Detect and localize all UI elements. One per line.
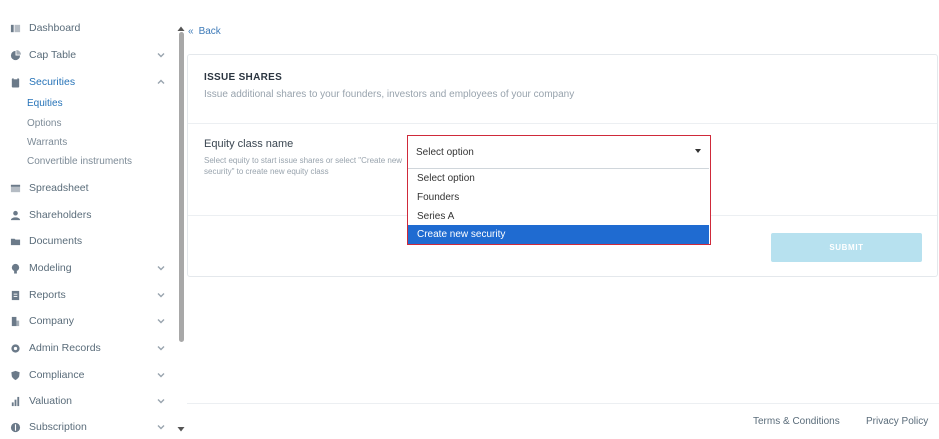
sidebar-item-company[interactable]: Company xyxy=(0,310,172,332)
chevron-down-icon xyxy=(156,370,166,380)
lightbulb-icon xyxy=(9,262,21,274)
sidebar-item-label: Modeling xyxy=(29,262,72,274)
chart-icon xyxy=(9,395,21,407)
sidebar-item-label: Spreadsheet xyxy=(29,182,89,194)
chevron-down-icon xyxy=(156,50,166,60)
submit-button[interactable]: SUBMIT xyxy=(771,233,922,262)
sidebar-item-cap-table[interactable]: Cap Table xyxy=(0,44,172,66)
sidebar-item-label: Company xyxy=(29,315,74,327)
chevron-down-icon xyxy=(156,290,166,300)
sidebar-item-shareholders[interactable]: Shareholders xyxy=(0,204,172,226)
sidebar-item-valuation[interactable]: Valuation xyxy=(0,390,172,412)
dollar-icon xyxy=(9,421,21,433)
sidebar-item-reports[interactable]: Reports xyxy=(0,284,172,306)
sidebar-item-label: Valuation xyxy=(29,395,73,407)
sidebar-item-label: Subscription xyxy=(29,421,87,433)
equity-class-label: Equity class name xyxy=(204,138,294,150)
gear-icon xyxy=(9,342,21,354)
footer-divider xyxy=(187,403,939,404)
terms-link[interactable]: Terms & Conditions xyxy=(753,416,840,427)
double-chevron-left-icon: « xyxy=(188,26,194,37)
shield-icon xyxy=(9,369,21,381)
scroll-up-arrow[interactable] xyxy=(177,20,185,31)
card-subtitle: Issue additional shares to your founders… xyxy=(204,89,575,100)
sidebar-subitem-warrants[interactable]: Warrants xyxy=(27,137,67,148)
spreadsheet-icon xyxy=(9,182,21,194)
privacy-link[interactable]: Privacy Policy xyxy=(866,416,928,427)
report-icon xyxy=(9,289,21,301)
select-option-highlighted[interactable]: Create new security xyxy=(408,225,709,244)
sidebar-item-securities[interactable]: Securities xyxy=(0,71,172,93)
sidebar-scrollbar-thumb[interactable] xyxy=(179,32,184,342)
sidebar-subitem-convertible-instruments[interactable]: Convertible instruments xyxy=(27,156,132,167)
sidebar-item-spreadsheet[interactable]: Spreadsheet xyxy=(0,177,172,199)
chevron-down-icon xyxy=(156,316,166,326)
divider xyxy=(188,123,937,124)
user-icon xyxy=(9,209,21,221)
sidebar-item-admin-records[interactable]: Admin Records xyxy=(0,337,172,359)
select-option[interactable]: Select option xyxy=(408,169,709,188)
sidebar-item-label: Shareholders xyxy=(29,209,92,221)
dashboard-icon xyxy=(9,22,21,34)
sidebar-item-dashboard[interactable]: Dashboard xyxy=(0,17,172,39)
chevron-down-icon xyxy=(156,263,166,273)
sidebar-item-label: Dashboard xyxy=(29,22,81,34)
sidebar-item-label: Admin Records xyxy=(29,342,101,354)
select-value: Select option xyxy=(416,146,474,158)
pie-chart-icon xyxy=(9,49,21,61)
equity-class-help: Select equity to start issue shares or s… xyxy=(204,156,403,176)
sidebar-item-label: Documents xyxy=(29,235,83,247)
sidebar-item-label: Compliance xyxy=(29,369,85,381)
sidebar-item-label: Securities xyxy=(29,76,76,88)
back-link[interactable]: « Back xyxy=(188,26,221,37)
sidebar-item-modeling[interactable]: Modeling xyxy=(0,257,172,279)
chevron-down-icon xyxy=(156,396,166,406)
chevron-down-icon xyxy=(156,343,166,353)
sidebar-item-label: Reports xyxy=(29,289,66,301)
sidebar-subitem-options[interactable]: Options xyxy=(27,118,61,129)
back-label: Back xyxy=(198,26,221,37)
sidebar-subitem-equities[interactable]: Equities xyxy=(27,98,63,109)
sidebar-item-label: Cap Table xyxy=(29,49,77,61)
equity-class-select[interactable]: Select option Select option Founders Ser… xyxy=(407,135,711,245)
chevron-up-icon xyxy=(156,77,166,87)
sidebar-item-compliance[interactable]: Compliance xyxy=(0,364,172,386)
equity-class-select-value[interactable]: Select option xyxy=(408,136,709,169)
scroll-down-arrow[interactable] xyxy=(177,420,185,432)
sidebar: Dashboard Cap Table Securities Equities … xyxy=(0,0,186,439)
card-title: ISSUE SHARES xyxy=(204,72,283,83)
building-icon xyxy=(9,315,21,327)
select-option[interactable]: Founders xyxy=(408,188,709,207)
select-option[interactable]: Series A xyxy=(408,207,709,226)
clipboard-icon xyxy=(9,76,21,88)
chevron-down-icon xyxy=(156,422,166,432)
sidebar-item-documents[interactable]: Documents xyxy=(0,230,172,252)
sidebar-item-subscription[interactable]: Subscription xyxy=(0,416,172,438)
folder-icon xyxy=(9,235,21,247)
caret-down-icon xyxy=(695,149,701,153)
